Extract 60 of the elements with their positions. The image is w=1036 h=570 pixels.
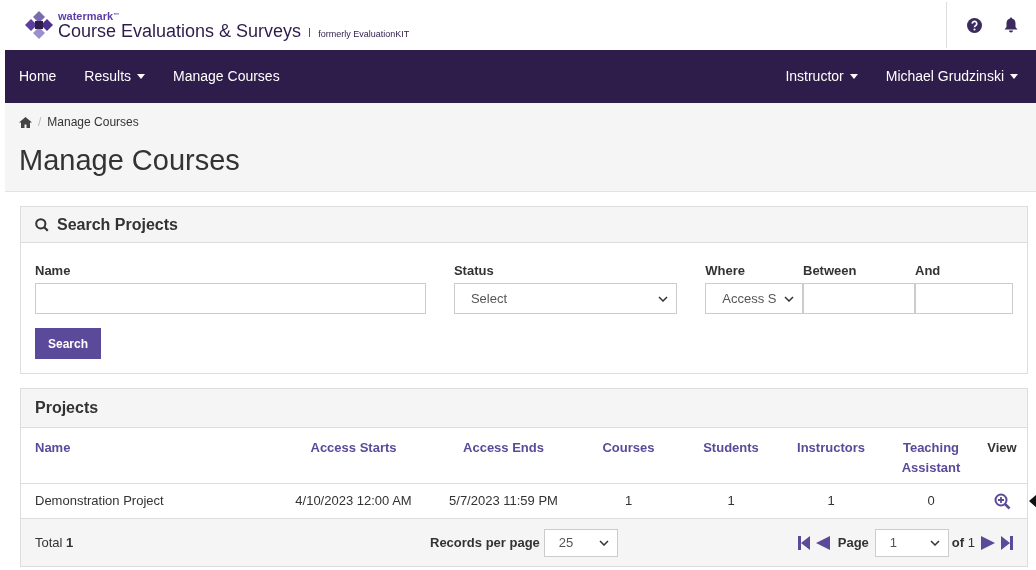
help-icon[interactable] <box>967 17 982 33</box>
column-header[interactable]: Instructors <box>776 438 886 458</box>
breadcrumb-separator: / <box>38 114 42 131</box>
field-label: Where <box>705 262 746 280</box>
brand-title: Course Evaluations & Surveys <box>58 21 302 40</box>
next-page-icon[interactable] <box>981 535 995 550</box>
bell-icon[interactable] <box>1004 17 1018 33</box>
home-icon[interactable] <box>19 116 32 128</box>
nav-link[interactable]: Results <box>70 66 160 87</box>
table-cell: 0 <box>927 493 935 509</box>
column-header[interactable]: Teaching Assistant <box>886 438 976 477</box>
search-button[interactable]: Search <box>35 328 102 359</box>
column-header[interactable]: Students <box>686 438 776 458</box>
table-cell: 5/7/2023 11:59 PM <box>449 493 558 509</box>
brand-note: formerly EvaluationKIT <box>318 29 410 39</box>
column-header[interactable]: Access Starts <box>271 438 436 458</box>
pointer-arrow-icon <box>1029 494 1036 508</box>
input-field[interactable] <box>915 283 1013 314</box>
nav-link[interactable]: Instructor <box>771 66 872 87</box>
last-page-icon[interactable] <box>1001 535 1013 550</box>
logo-icon <box>24 10 54 40</box>
chevron-icon <box>598 539 609 546</box>
records-select[interactable]: 25 <box>543 528 618 557</box>
input-field[interactable] <box>803 283 915 314</box>
page-label: Page <box>837 533 869 552</box>
nav-link[interactable]: Michael Grudzinski <box>871 66 1032 87</box>
field-label: Name <box>35 262 72 280</box>
column-header[interactable]: Name <box>35 438 271 458</box>
select-field[interactable]: Access S <box>705 283 803 314</box>
column-header[interactable]: Courses <box>571 438 686 458</box>
page-title: Manage Courses <box>19 143 241 178</box>
column-header[interactable]: Access Ends <box>436 438 571 458</box>
zoom-in-icon[interactable] <box>993 492 1011 510</box>
input-field[interactable] <box>35 283 426 314</box>
column-header[interactable]: View <box>976 438 1028 458</box>
nav-link[interactable]: Manage Courses <box>159 66 294 87</box>
table-cell: Demonstration Project <box>35 493 164 509</box>
page-select[interactable]: 1 <box>874 528 949 557</box>
panel-title: Search Projects <box>57 214 178 235</box>
page-count: of 1 <box>951 533 975 552</box>
field-label: And <box>915 262 942 280</box>
search-icon <box>35 217 49 232</box>
chevron-icon <box>658 295 669 302</box>
field-label: Between <box>803 262 858 280</box>
total-label: Total 1 <box>35 533 75 552</box>
chevron-icon <box>784 295 794 302</box>
chevron-icon <box>929 539 940 546</box>
previous-page-icon[interactable] <box>815 535 830 550</box>
records-label: Records per page <box>430 533 540 552</box>
table-cell: 1 <box>624 493 633 509</box>
nav-link[interactable]: Home <box>5 66 71 87</box>
table-cell: 4/10/2023 12:00 AM <box>295 493 412 509</box>
brand-small: watermark$^{™}$ <box>58 10 121 22</box>
field-label: Status <box>453 262 495 280</box>
panel-title: Projects <box>35 398 99 418</box>
select-field[interactable]: Select <box>453 283 678 314</box>
table-cell: 1 <box>827 493 835 509</box>
breadcrumb-item[interactable]: Manage Courses <box>47 113 139 131</box>
table-cell: 1 <box>727 493 735 509</box>
first-page-icon[interactable] <box>797 535 810 550</box>
